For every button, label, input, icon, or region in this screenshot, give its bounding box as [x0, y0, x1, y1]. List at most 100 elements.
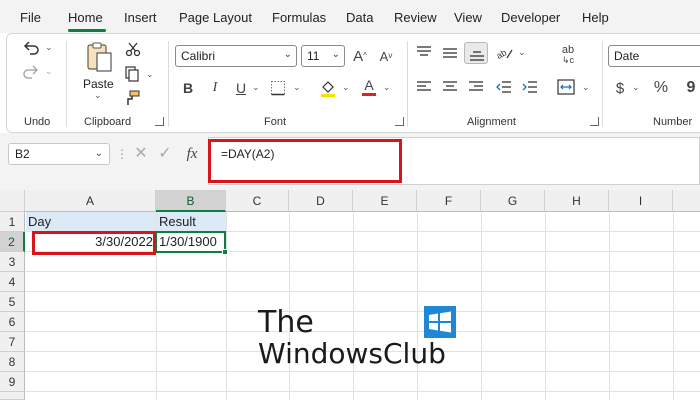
tab-view[interactable]: View	[454, 10, 482, 25]
font-size-value: 11	[307, 49, 320, 63]
svg-text:ab: ab	[496, 47, 508, 61]
copy-dropdown-icon[interactable]: ⌄	[146, 69, 154, 80]
select-all-corner[interactable]	[0, 190, 25, 212]
undo-dropdown-icon[interactable]: ⌄	[45, 42, 53, 53]
paste-button-label[interactable]: Paste	[83, 77, 114, 91]
paste-icon[interactable]	[84, 40, 114, 74]
group-label-clipboard: Clipboard	[84, 116, 132, 128]
enter-icon[interactable]: ✓	[156, 145, 174, 163]
column-header-e[interactable]: E	[353, 190, 417, 212]
row-header-9[interactable]: 9	[0, 372, 25, 392]
bold-icon[interactable]: B	[180, 80, 196, 96]
cell-a1[interactable]: Day	[26, 212, 156, 232]
chevron-down-icon: ⌄	[331, 49, 340, 60]
alignment-launcher-icon[interactable]	[590, 117, 599, 126]
column-header-c[interactable]: C	[226, 190, 289, 212]
gridline	[25, 271, 700, 272]
underline-icon[interactable]: U	[233, 80, 249, 96]
font-name-value: Calibri	[181, 49, 216, 63]
tab-file[interactable]: File	[20, 10, 41, 25]
tab-insert[interactable]: Insert	[124, 10, 157, 25]
column-header-h[interactable]: H	[545, 190, 609, 212]
undo-icon[interactable]	[20, 38, 42, 58]
group-label-font: Font	[264, 116, 287, 128]
paintbrush-icon[interactable]	[123, 89, 141, 107]
increase-indent-icon[interactable]	[521, 79, 539, 95]
column-header-g[interactable]: G	[481, 190, 545, 212]
name-box[interactable]: B2 ⌄	[8, 143, 110, 165]
insert-function-icon[interactable]: fx	[182, 144, 202, 164]
row-header-4[interactable]: 4	[0, 272, 25, 292]
column-header-partial[interactable]	[673, 190, 700, 212]
paste-dropdown-icon[interactable]: ⌄	[94, 90, 102, 101]
number-format-combo[interactable]: Date	[608, 45, 700, 67]
group-label-number: Number	[653, 116, 693, 128]
font-launcher-icon[interactable]	[395, 117, 404, 126]
percent-icon[interactable]: %	[652, 79, 670, 97]
ribbon-separator	[407, 41, 408, 127]
tab-review[interactable]: Review	[394, 10, 437, 25]
align-top-icon[interactable]	[415, 45, 433, 61]
tab-home[interactable]: Home	[68, 10, 103, 25]
fill-color-icon[interactable]	[318, 78, 338, 98]
redo-dropdown-icon[interactable]: ⌄	[45, 66, 53, 77]
copy-icon[interactable]	[123, 65, 141, 83]
annotation-box-formula	[208, 139, 402, 183]
tab-formulas[interactable]: Formulas	[272, 10, 326, 25]
row-header-10[interactable]	[0, 392, 25, 400]
align-center-icon[interactable]	[441, 79, 459, 95]
cancel-icon[interactable]: ✕	[132, 145, 150, 163]
merge-dropdown-icon[interactable]: ⌄	[582, 82, 590, 93]
ribbon-separator	[168, 41, 169, 127]
currency-icon[interactable]: $	[612, 79, 628, 97]
gridline	[25, 391, 700, 392]
orientation-dropdown-icon[interactable]: ⌄	[518, 47, 526, 58]
comma-style-icon[interactable]: 9	[683, 79, 699, 97]
fill-handle[interactable]	[222, 249, 228, 255]
row-header-6[interactable]: 6	[0, 312, 25, 332]
tab-page-layout[interactable]: Page Layout	[179, 10, 252, 25]
cell-b1[interactable]: Result	[157, 212, 226, 232]
row-header-3[interactable]: 3	[0, 252, 25, 272]
font-size-combo[interactable]: 11 ⌄	[301, 45, 345, 67]
font-color-dropdown-icon[interactable]: ⌄	[383, 82, 391, 93]
column-header-b[interactable]: B	[156, 190, 226, 212]
tab-data[interactable]: Data	[346, 10, 373, 25]
clipboard-launcher-icon[interactable]	[155, 117, 164, 126]
row-header-8[interactable]: 8	[0, 352, 25, 372]
align-middle-icon[interactable]	[441, 45, 459, 61]
column-header-a[interactable]: A	[25, 190, 156, 212]
borders-dropdown-icon[interactable]: ⌄	[293, 82, 301, 93]
font-name-combo[interactable]: Calibri ⌄	[175, 45, 297, 67]
column-header-d[interactable]: D	[289, 190, 353, 212]
tab-help[interactable]: Help	[582, 10, 609, 25]
currency-dropdown-icon[interactable]: ⌄	[632, 82, 640, 93]
shrink-font-icon[interactable]: Av	[376, 46, 396, 66]
decrease-indent-icon[interactable]	[495, 79, 513, 95]
fill-color-dropdown-icon[interactable]: ⌄	[342, 82, 350, 93]
merge-center-icon[interactable]	[556, 78, 576, 96]
borders-icon[interactable]	[268, 79, 288, 97]
gridline	[25, 291, 700, 292]
tab-developer[interactable]: Developer	[501, 10, 560, 25]
row-header-5[interactable]: 5	[0, 292, 25, 312]
align-bottom-button[interactable]	[464, 42, 488, 64]
row-header-2[interactable]: 2	[0, 232, 25, 252]
wrap-text-icon[interactable]: ab ↳c	[557, 44, 579, 66]
column-header-i[interactable]: I	[609, 190, 673, 212]
italic-icon[interactable]: I	[207, 80, 223, 96]
row-header-1[interactable]: 1	[0, 212, 25, 232]
font-color-icon[interactable]: A	[360, 77, 378, 97]
row-header-7[interactable]: 7	[0, 332, 25, 352]
group-label-alignment: Alignment	[467, 116, 516, 128]
align-bottom-icon	[468, 46, 486, 62]
group-label-undo: Undo	[24, 116, 51, 128]
grow-font-icon[interactable]: A ^	[350, 46, 370, 66]
column-header-f[interactable]: F	[417, 190, 481, 212]
redo-icon[interactable]	[20, 62, 42, 82]
scissors-icon[interactable]	[124, 40, 142, 58]
align-right-icon[interactable]	[467, 79, 485, 95]
orientation-icon[interactable]: ab	[495, 44, 515, 62]
align-left-icon[interactable]	[415, 79, 433, 95]
underline-dropdown-icon[interactable]: ⌄	[252, 82, 260, 93]
